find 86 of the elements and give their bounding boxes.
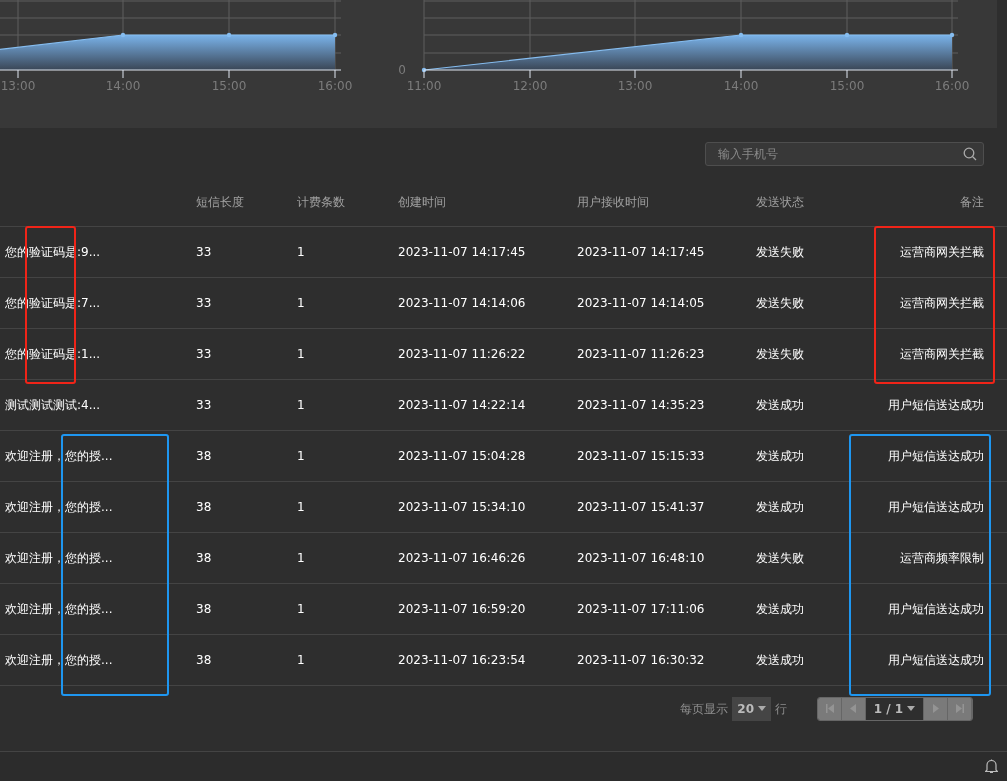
search-field[interactable]: 输入手机号 — [705, 142, 984, 166]
table-cell: 用户短信送达成功 — [888, 500, 984, 514]
table-cell: 2023-11-07 14:14:06 — [398, 296, 526, 310]
table-cell: 2023-11-07 16:30:32 — [577, 653, 705, 667]
table-cell: 1 — [297, 500, 305, 514]
table-cell: 2023-11-07 14:17:45 — [398, 245, 526, 259]
table-cell: 欢迎注册，您的授... — [5, 602, 113, 616]
table-cell: 发送失败 — [756, 551, 804, 565]
column-header: 短信长度 — [196, 195, 244, 209]
table-cell: 1 — [297, 653, 305, 667]
table-cell: 发送成功 — [756, 653, 804, 667]
bell-icon[interactable] — [985, 759, 998, 774]
table-cell: 发送成功 — [756, 449, 804, 463]
axis-label: 13:00 — [617, 79, 653, 93]
table-cell: 运营商网关拦截 — [900, 296, 984, 310]
table-cell: 运营商频率限制 — [900, 551, 984, 565]
table-cell: 1 — [297, 245, 305, 259]
table-cell: 欢迎注册，您的授... — [5, 449, 113, 463]
caret-icon[interactable] — [758, 706, 766, 711]
table-cell: 2023-11-07 16:48:10 — [577, 551, 705, 565]
axis-label: 0 — [398, 63, 406, 77]
axis-label: 15:00 — [829, 79, 865, 93]
table-cell: 用户短信送达成功 — [888, 653, 984, 667]
table-cell: 2023-11-07 15:34:10 — [398, 500, 526, 514]
table-cell: 用户短信送达成功 — [888, 398, 984, 412]
table-cell: 2023-11-07 14:22:14 — [398, 398, 526, 412]
table-cell: 欢迎注册，您的授... — [5, 653, 113, 667]
table-cell: 2023-11-07 14:14:05 — [577, 296, 705, 310]
table-cell: 33 — [196, 296, 212, 310]
column-header: 计费条数 — [297, 195, 345, 209]
table-cell: 2023-11-07 16:46:26 — [398, 551, 526, 565]
table-cell: 用户短信送达成功 — [888, 449, 984, 463]
table-cell: 2023-11-07 16:23:54 — [398, 653, 526, 667]
table-cell: 2023-11-07 14:35:23 — [577, 398, 705, 412]
table-cell: 1 — [297, 398, 305, 412]
table-cell: 2023-11-07 11:26:22 — [398, 347, 526, 361]
table-cell: 测试测试测试:4... — [5, 398, 101, 412]
table-cell: 38 — [196, 500, 212, 514]
table-cell: 2023-11-07 17:11:06 — [577, 602, 705, 616]
table-cell: 38 — [196, 551, 212, 565]
per-page-label: 每页显示 — [680, 700, 729, 718]
table-cell: 欢迎注册，您的授... — [5, 500, 113, 514]
column-header: 创建时间 — [398, 195, 446, 209]
table-cell: 运营商网关拦截 — [900, 245, 984, 259]
table-cell: 38 — [196, 449, 212, 463]
table-cell: 1 — [297, 551, 305, 565]
search-input[interactable]: 输入手机号 — [716, 144, 963, 164]
table-cell: 1 — [297, 296, 305, 310]
column-header: 发送状态 — [756, 195, 804, 209]
table-cell: 33 — [196, 347, 212, 361]
table-cell: 发送成功 — [756, 398, 804, 412]
table-cell: 38 — [196, 602, 212, 616]
table-cell: 33 — [196, 398, 212, 412]
table-cell: 2023-11-07 15:41:37 — [577, 500, 705, 514]
table-cell: 用户短信送达成功 — [888, 602, 984, 616]
table-cell: 2023-11-07 11:26:23 — [577, 347, 705, 361]
table-cell: 2023-11-07 15:04:28 — [398, 449, 526, 463]
column-header: 备注 — [960, 195, 984, 209]
table-cell: 33 — [196, 245, 212, 259]
caret-icon[interactable] — [907, 706, 916, 711]
axis-label: 14:00 — [723, 79, 759, 93]
axis-label: 11:00 — [406, 79, 442, 93]
table-cell: 2023-11-07 14:17:45 — [577, 245, 705, 259]
table-cell: 欢迎注册，您的授... — [5, 551, 113, 565]
search-icon[interactable] — [963, 147, 977, 161]
table-cell: 发送失败 — [756, 245, 804, 259]
table-cell: 1 — [297, 602, 305, 616]
table-cell: 发送失败 — [756, 347, 804, 361]
axis-label: 15:00 — [211, 79, 247, 93]
table-cell: 发送失败 — [756, 296, 804, 310]
axis-label: 12:00 — [512, 79, 548, 93]
axis-label: 14:00 — [105, 79, 141, 93]
table-cell: 发送成功 — [756, 500, 804, 514]
table-cell: 发送成功 — [756, 602, 804, 616]
table-cell: 1 — [297, 449, 305, 463]
axis-label: 16:00 — [934, 79, 970, 93]
table-cell: 2023-11-07 16:59:20 — [398, 602, 526, 616]
per-page-select[interactable]: 20 — [732, 696, 771, 721]
rows-label: 行 — [775, 700, 787, 718]
axis-label: 16:00 — [317, 79, 353, 93]
axis-label: 13:00 — [0, 79, 36, 93]
table-cell: 38 — [196, 653, 212, 667]
column-header: 用户接收时间 — [577, 195, 649, 209]
table-cell: 运营商网关拦截 — [900, 347, 984, 361]
table-cell: 1 — [297, 347, 305, 361]
table-cell: 2023-11-07 15:15:33 — [577, 449, 705, 463]
